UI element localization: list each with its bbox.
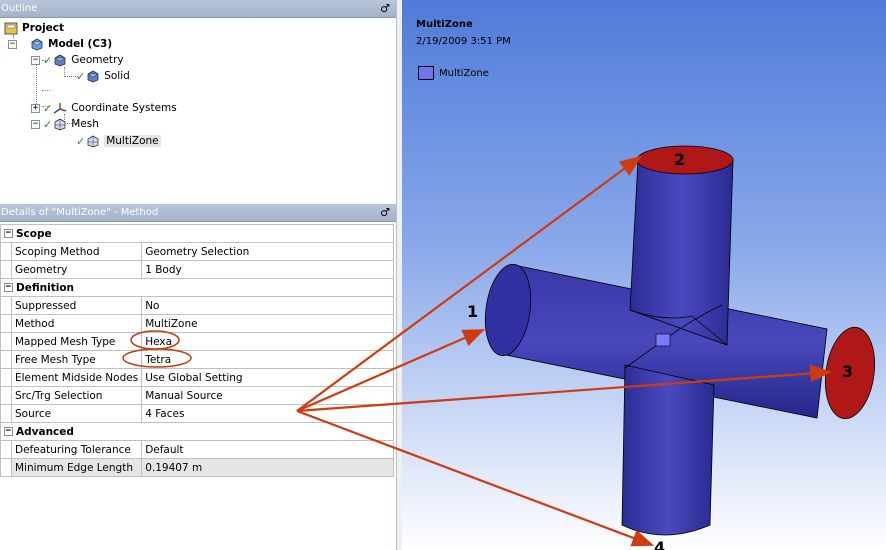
outline-panel: Outline ♂ Project − Model (C3) − ✓ Geome… <box>0 0 396 204</box>
property-name: Src/Trg Selection <box>10 386 143 405</box>
check-icon: ✓ <box>76 69 86 83</box>
geometry-icon <box>53 54 67 67</box>
property-name: Suppressed <box>10 296 143 315</box>
property-name: Geometry <box>10 260 143 279</box>
property-name: Source <box>10 404 143 423</box>
property-value[interactable]: 1 Body <box>141 260 394 279</box>
property-name: Mapped Mesh Type <box>10 332 143 351</box>
property-value[interactable]: Hexa <box>141 332 394 351</box>
tree-item-mesh[interactable]: − ✓ Mesh <box>31 116 99 132</box>
tree-label: Coordinate Systems <box>71 102 177 114</box>
section-label: Advanced <box>16 425 74 438</box>
tree-item-model[interactable]: − Model (C3) <box>8 36 112 52</box>
property-row[interactable]: Source 4 Faces <box>0 404 394 423</box>
property-name: Scoping Method <box>10 242 143 261</box>
left-panel: Outline ♂ Project − Model (C3) − ✓ Geome… <box>0 0 396 550</box>
details-header: Details of "MultiZone" - Method ♂ <box>0 204 396 222</box>
tree-label: Solid <box>104 70 130 82</box>
section-label: Scope <box>16 227 52 240</box>
collapse-icon[interactable]: − <box>31 119 40 129</box>
tree-item-project[interactable]: Project <box>4 20 64 36</box>
property-value[interactable]: Default <box>141 440 394 459</box>
pin-icon[interactable]: ♂ <box>380 0 390 18</box>
property-value[interactable]: Use Global Setting <box>141 368 394 387</box>
collapse-icon[interactable]: − <box>4 283 13 292</box>
check-icon: ✓ <box>43 117 53 131</box>
pin-icon[interactable]: ♂ <box>380 204 390 222</box>
outline-header: Outline ♂ <box>0 0 396 18</box>
tree-item-multizone[interactable]: ✓ MultiZone <box>76 133 161 149</box>
property-row[interactable]: Free Mesh Type Tetra <box>0 350 394 369</box>
property-value[interactable]: 0.19407 m <box>141 458 394 477</box>
coordinate-system-icon <box>53 102 67 115</box>
project-icon <box>4 22 18 35</box>
model-icon <box>30 38 44 51</box>
property-row[interactable]: Suppressed No <box>0 296 394 315</box>
property-row[interactable]: Src/Trg Selection Manual Source <box>0 386 394 405</box>
details-panel: Details of "MultiZone" - Method ♂ − Scope… <box>0 204 396 550</box>
tree-item-coordinate-systems[interactable]: + ✓ Coordinate Systems <box>31 100 177 116</box>
face-label-1: 1 <box>467 302 479 321</box>
tree-label: Model (C3) <box>48 38 113 50</box>
details-title: Details of "MultiZone" - Method <box>1 207 159 218</box>
property-row[interactable]: Geometry 1 Body <box>0 260 394 279</box>
section-label: Definition <box>16 281 75 294</box>
model-view[interactable] <box>402 0 886 550</box>
property-name: Element Midside Nodes <box>10 368 143 387</box>
property-value[interactable]: 4 Faces <box>141 404 394 423</box>
property-value[interactable]: MultiZone <box>141 314 394 333</box>
outline-tree: Project − Model (C3) − ✓ Geometry ✓ Soli… <box>0 18 396 204</box>
property-value[interactable]: Manual Source <box>141 386 394 405</box>
property-name: Minimum Edge Length <box>10 458 143 477</box>
tree-label: Geometry <box>71 54 124 66</box>
outline-title: Outline <box>1 3 38 14</box>
tree-label: Mesh <box>71 118 99 130</box>
face-label-4: 4 <box>654 538 666 550</box>
property-row[interactable]: Scoping Method Geometry Selection <box>0 242 394 261</box>
section-definition[interactable]: − Definition <box>0 278 394 297</box>
property-name: Free Mesh Type <box>10 350 143 369</box>
collapse-icon[interactable]: − <box>4 427 13 436</box>
face-label-3: 3 <box>842 362 854 381</box>
graphics-viewport[interactable]: MultiZone 2/19/2009 3:51 PM MultiZone 1 … <box>402 0 886 550</box>
cross-pipe-body[interactable] <box>480 159 828 536</box>
section-scope[interactable]: − Scope <box>0 224 394 243</box>
collapse-icon[interactable]: − <box>8 39 17 49</box>
details-table: − Scope Scoping Method Geometry Selection… <box>0 224 394 477</box>
tree-item-geometry[interactable]: − ✓ Geometry <box>31 52 124 68</box>
section-advanced[interactable]: − Advanced <box>0 422 394 441</box>
collapse-icon[interactable]: − <box>4 229 13 238</box>
property-name: Method <box>10 314 143 333</box>
tree-label: MultiZone <box>104 135 161 147</box>
property-name: Defeaturing Tolerance <box>10 440 143 459</box>
property-row[interactable]: Mapped Mesh Type Hexa <box>0 332 394 351</box>
selection-marker <box>655 333 671 347</box>
property-value[interactable]: No <box>141 296 394 315</box>
check-icon: ✓ <box>43 101 53 115</box>
mesh-icon <box>53 118 67 131</box>
property-value[interactable]: Geometry Selection <box>141 242 394 261</box>
expand-icon[interactable]: + <box>31 103 40 113</box>
property-value[interactable]: Tetra <box>141 350 394 369</box>
mesh-method-icon <box>86 135 100 148</box>
property-row[interactable]: Element Midside Nodes Use Global Setting <box>0 368 394 387</box>
check-icon: ✓ <box>76 134 86 148</box>
collapse-icon[interactable]: − <box>31 55 40 65</box>
property-row[interactable]: Defeaturing Tolerance Default <box>0 440 394 459</box>
check-icon: ✓ <box>43 53 53 67</box>
tree-item-solid[interactable]: ✓ Solid <box>76 68 130 84</box>
property-row[interactable]: Method MultiZone <box>0 314 394 333</box>
solid-body-icon <box>86 70 100 83</box>
face-label-2: 2 <box>674 150 686 169</box>
property-row[interactable]: Minimum Edge Length 0.19407 m <box>0 458 394 477</box>
tree-label: Project <box>22 22 65 34</box>
